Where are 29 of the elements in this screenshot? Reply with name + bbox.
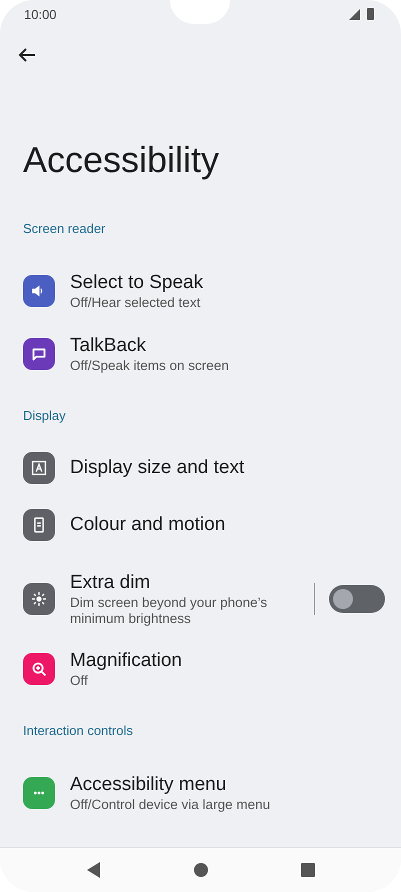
item-title: Display size and text — [70, 456, 246, 480]
settings-item[interactable]: Accessibility menu Off/Control device via large menu — [0, 769, 401, 817]
section-header: Interaction controls — [23, 722, 134, 740]
toggle-switch[interactable] — [329, 585, 385, 613]
page-title: Accessibility — [23, 138, 220, 182]
item-subtitle: Off — [70, 673, 89, 689]
item-title: TalkBack — [70, 334, 148, 358]
settings-item[interactable]: Magnification Off — [0, 645, 401, 693]
item-subtitle: Off/Speak items on screen — [70, 358, 230, 374]
item-title: Magnification — [70, 649, 183, 673]
settings-item[interactable]: TalkBack Off/Speak items on screen — [0, 330, 401, 378]
settings-item[interactable]: Colour and motion — [0, 496, 401, 553]
item-subtitle: Off/Control device via large menu — [70, 797, 272, 813]
settings-item[interactable]: Select to Speak Off/Hear selected text — [0, 267, 401, 315]
item-subtitle: Dim screen beyond your phone’s minimum brightness — [70, 595, 268, 627]
recents-nav-icon[interactable] — [300, 862, 316, 878]
back-nav-icon[interactable] — [86, 861, 102, 879]
settings-item[interactable]: Extra dim Dim screen beyond your phone’s minimum brightness — [0, 568, 401, 630]
section-header: Display — [23, 407, 67, 425]
status-time: 10:00 — [24, 6, 57, 22]
item-subtitle: Off/Hear selected text — [70, 295, 202, 311]
item-title: Select to Speak — [70, 271, 204, 295]
item-title: Accessibility menu — [70, 773, 228, 797]
item-title: Colour and motion — [70, 512, 226, 536]
signal-battery-icon — [347, 7, 377, 21]
home-nav-icon[interactable] — [192, 862, 208, 878]
item-title: Extra dim — [70, 571, 152, 595]
section-header: Screen reader — [23, 220, 106, 238]
settings-item[interactable]: Display size and text — [0, 439, 401, 496]
